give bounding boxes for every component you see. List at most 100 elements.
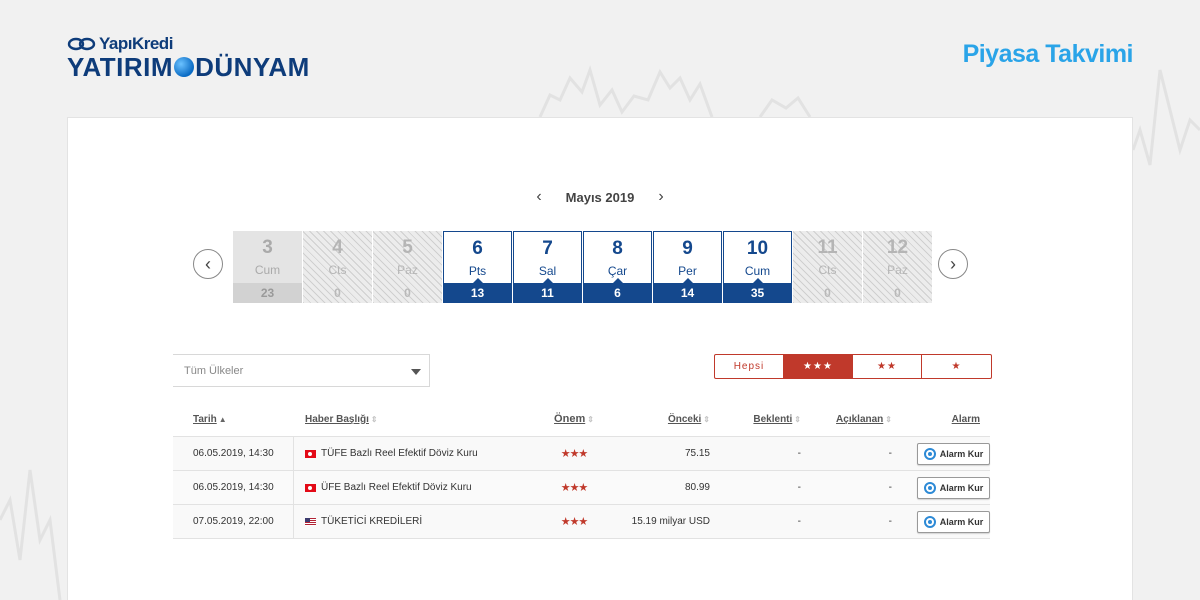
header-importance[interactable]: Önem ⇕ — [554, 413, 594, 425]
day-cell[interactable]: 11 Cts 0 — [793, 231, 862, 303]
page-title: Piyasa Takvimi — [962, 40, 1134, 68]
header-title-label: Haber Başlığı — [305, 413, 369, 425]
header-expected-label: Beklenti — [753, 413, 793, 425]
table-header: Tarih ▲ Haber Başlığı ⇕ Önem ⇕ Önceki ⇕ Bekl… — [173, 402, 990, 437]
day-name: Çar — [607, 264, 628, 278]
brand-top-text: YapıKredi — [99, 34, 173, 53]
row-previous: 80.99 — [684, 482, 710, 493]
next-week-button[interactable]: › — [938, 249, 968, 279]
event-count: 0 — [824, 286, 831, 300]
usa-flag-icon — [305, 517, 316, 526]
day-cell[interactable]: 8 Çar 6 — [583, 231, 652, 303]
month-label: Mayıs 2019 — [565, 189, 635, 205]
day-cell[interactable]: 3 Cum 23 — [233, 231, 302, 303]
day-cell[interactable]: 10 Cum 35 — [723, 231, 792, 303]
sort-icon: ⇕ — [370, 414, 378, 424]
chevron-right-icon: › — [950, 253, 956, 274]
row-date: 06.05.2019, 14:30 — [173, 437, 294, 470]
event-count: 11 — [513, 278, 582, 303]
day-number: 9 — [682, 238, 693, 259]
table-row: 06.05.2019, 14:30 TÜFE Bazlı Reel Efekti… — [173, 437, 990, 471]
chevron-left-icon: ‹ — [205, 253, 211, 274]
row-date: 07.05.2019, 22:00 — [173, 505, 294, 538]
turkey-flag-icon — [305, 483, 316, 492]
header-actual[interactable]: Açıklanan ⇕ — [836, 414, 892, 425]
table-row: 07.05.2019, 22:00 TÜKETİCİ KREDİLERİ ★★★… — [173, 505, 990, 539]
header-importance-label: Önem — [554, 413, 586, 425]
day-name: Cum — [744, 264, 771, 278]
day-name: Cts — [328, 263, 347, 277]
day-name: Cts — [818, 263, 837, 277]
day-name: Cum — [254, 263, 281, 277]
row-date: 06.05.2019, 14:30 — [173, 471, 294, 504]
chevron-left-icon[interactable]: ‹ — [536, 188, 541, 206]
chevron-right-icon[interactable]: › — [658, 188, 663, 206]
day-cell[interactable]: 6 Pts 13 — [443, 231, 512, 303]
day-name: Sal — [538, 264, 557, 278]
row-actual: - — [888, 448, 892, 459]
row-previous: 75.15 — [684, 448, 710, 459]
filter-two-stars[interactable]: ★★ — [853, 355, 922, 378]
caret-down-icon — [411, 369, 421, 375]
header-title[interactable]: Haber Başlığı ⇕ — [305, 414, 378, 425]
country-select[interactable]: Tüm Ülkeler — [173, 354, 430, 387]
sort-icon: ⇕ — [703, 414, 710, 424]
header-alarm: Alarm — [951, 413, 980, 425]
day-cell[interactable]: 5 Paz 0 — [373, 231, 442, 303]
filter-one-star[interactable]: ★ — [922, 355, 991, 378]
sort-icon: ⇕ — [794, 414, 801, 424]
row-expected: - — [797, 448, 801, 459]
country-select-value: Tüm Ülkeler — [184, 364, 244, 377]
table-row: 06.05.2019, 14:30 ÜFE Bazlı Reel Efektif… — [173, 471, 990, 505]
day-number: 11 — [817, 237, 838, 258]
row-title: ÜFE Bazlı Reel Efektif Döviz Kuru — [321, 482, 472, 493]
row-importance-stars: ★★★ — [560, 482, 589, 494]
alarm-icon — [923, 447, 936, 460]
row-importance-stars: ★★★ — [560, 516, 589, 528]
day-name: Per — [678, 264, 697, 278]
event-count: 0 — [334, 286, 341, 300]
event-count: 23 — [233, 283, 302, 303]
day-number: 5 — [402, 237, 413, 258]
filter-all[interactable]: Hepsi — [715, 355, 784, 378]
row-title: TÜFE Bazlı Reel Efektif Döviz Kuru — [321, 448, 478, 459]
row-actual: - — [888, 516, 892, 527]
day-number: 10 — [746, 238, 769, 259]
set-alarm-button[interactable]: Alarm Kur — [917, 442, 990, 465]
day-cell[interactable]: 12 Paz 0 — [863, 231, 932, 303]
month-navigation: ‹ Mayıs 2019 › — [68, 188, 1132, 206]
set-alarm-button[interactable]: Alarm Kur — [917, 510, 990, 533]
row-actual: - — [888, 482, 892, 493]
day-number: 4 — [332, 237, 343, 258]
brand-bottom-right: DÜNYAM — [195, 52, 310, 82]
day-cell[interactable]: 4 Cts 0 — [303, 231, 372, 303]
set-alarm-button[interactable]: Alarm Kur — [917, 476, 990, 499]
header-date[interactable]: Tarih ▲ — [193, 414, 227, 425]
filter-three-stars[interactable]: ★★★ — [784, 355, 853, 378]
day-strip: 3 Cum 23 4 Cts 0 5 Paz 0 6 Pts 13 7 Sal … — [233, 231, 932, 303]
day-cell[interactable]: 9 Per 14 — [653, 231, 722, 303]
header-actual-label: Açıklanan — [836, 413, 884, 425]
header-previous[interactable]: Önceki ⇕ — [668, 414, 710, 425]
globe-icon — [174, 57, 195, 77]
header-expected[interactable]: Beklenti ⇕ — [753, 414, 801, 425]
header-date-label: Tarih — [193, 413, 217, 425]
prev-week-button[interactable]: ‹ — [193, 249, 223, 279]
day-number: 6 — [472, 238, 483, 259]
brand-logo[interactable]: YapıKredi YATIRIM DÜNYAM — [67, 34, 310, 80]
event-count: 0 — [404, 286, 411, 300]
header-previous-label: Önceki — [667, 413, 702, 425]
event-count: 13 — [443, 278, 512, 303]
row-title: TÜKETİCİ KREDİLERİ — [321, 516, 423, 527]
sort-asc-icon: ▲ — [218, 414, 227, 424]
sort-icon: ⇕ — [885, 414, 892, 424]
day-cell[interactable]: 7 Sal 11 — [513, 231, 582, 303]
day-name: Paz — [397, 263, 418, 277]
alarm-button-label: Alarm Kur — [939, 448, 984, 459]
calendar-card: ‹ Mayıs 2019 › ‹ › 3 Cum 23 4 Cts 0 5 Pa… — [67, 117, 1133, 600]
day-name: Pts — [468, 264, 487, 278]
day-number: 3 — [262, 237, 273, 258]
row-expected: - — [797, 516, 801, 527]
event-count: 35 — [723, 278, 792, 303]
rings-icon — [67, 37, 96, 51]
